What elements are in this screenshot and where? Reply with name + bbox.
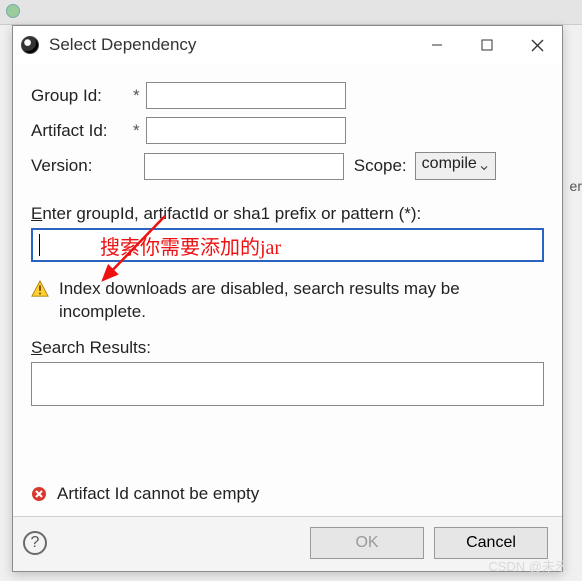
search-prompt: Enter groupId, artifactId or sha1 prefix… [31,204,544,224]
text-cursor [39,234,40,256]
button-bar: ? OK Cancel [13,516,562,571]
search-input[interactable]: 搜索你需要添加的jar [31,228,544,262]
artifact-id-required: * [133,121,140,141]
close-button[interactable] [512,26,562,64]
group-id-required: * [133,86,140,106]
dialog-content: Group Id: * Artifact Id: * Version: Scop… [13,64,562,516]
error-icon [31,486,47,502]
warning-text: Index downloads are disabled, search res… [59,278,544,324]
background-toolbar [0,0,582,25]
minimize-button[interactable] [412,26,462,64]
version-input[interactable] [144,153,344,180]
titlebar: Select Dependency [13,26,562,64]
select-dependency-dialog: Select Dependency Group Id: * Artifact I… [12,25,563,572]
version-label: Version: [31,156,131,176]
group-id-input[interactable] [146,82,346,109]
maximize-button[interactable] [462,26,512,64]
run-icon [6,4,20,18]
error-text: Artifact Id cannot be empty [57,484,259,504]
help-button[interactable]: ? [23,531,47,555]
annotation-text: 搜索你需要添加的jar [100,231,281,260]
search-results-list[interactable] [31,362,544,406]
search-results-label: Search Results: [31,338,544,358]
dialog-title: Select Dependency [49,35,196,55]
artifact-id-label: Artifact Id: [31,121,131,141]
warning-icon [31,280,49,298]
artifact-id-input[interactable] [146,117,346,144]
background-text: er [570,178,582,194]
cancel-button[interactable]: Cancel [434,527,548,559]
eclipse-icon [21,36,39,54]
watermark: CSDN @未禾 [488,556,568,575]
group-id-label: Group Id: [31,86,131,106]
spacer [133,156,138,176]
ok-button[interactable]: OK [310,527,424,559]
scope-label: Scope: [354,156,407,176]
scope-select[interactable]: compile [415,152,496,180]
